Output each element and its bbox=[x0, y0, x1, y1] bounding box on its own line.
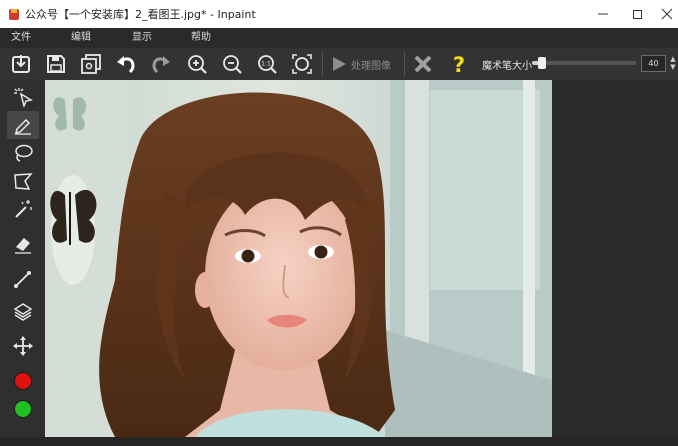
menu-view[interactable]: 显示 bbox=[132, 28, 152, 48]
layers-tool[interactable] bbox=[7, 298, 39, 326]
help-icon: ? bbox=[453, 53, 465, 75]
brush-size-spinner[interactable]: ▲ ▼ bbox=[668, 55, 678, 72]
layers-icon bbox=[13, 303, 33, 321]
brush-size-label: 魔术笔大小 bbox=[482, 61, 532, 72]
brush-size-slider[interactable] bbox=[532, 57, 636, 69]
cancel-icon bbox=[414, 55, 432, 73]
menu-file[interactable]: 文件 bbox=[11, 28, 31, 48]
svg-text:1:1: 1:1 bbox=[261, 61, 271, 68]
close-button[interactable] bbox=[650, 0, 678, 28]
help-button[interactable]: ? bbox=[446, 51, 472, 77]
polygon-lasso-tool[interactable] bbox=[7, 167, 39, 195]
save-icon bbox=[47, 55, 65, 73]
svg-text:?: ? bbox=[453, 53, 465, 75]
lasso-icon bbox=[15, 144, 33, 162]
polygon-lasso-icon bbox=[14, 173, 33, 190]
toolbar-separator bbox=[322, 52, 323, 76]
minimize-button[interactable] bbox=[586, 0, 620, 28]
actual-size-button[interactable]: 1:1 bbox=[254, 51, 280, 77]
move-tool[interactable] bbox=[7, 332, 39, 360]
menu-help[interactable]: 帮助 bbox=[191, 28, 211, 48]
status-bar bbox=[0, 437, 678, 446]
eraser-icon bbox=[15, 238, 31, 254]
spin-down-icon[interactable]: ▼ bbox=[668, 63, 678, 71]
color-green-button[interactable] bbox=[7, 395, 39, 423]
close-icon bbox=[661, 8, 673, 20]
green-color-swatch bbox=[14, 400, 32, 418]
menu-edit[interactable]: 编辑 bbox=[71, 28, 91, 48]
zoom-out-button[interactable] bbox=[219, 51, 245, 77]
pencil-icon bbox=[14, 118, 31, 135]
eraser-tool[interactable] bbox=[7, 230, 39, 258]
save-button[interactable] bbox=[43, 51, 69, 77]
red-color-swatch bbox=[14, 372, 32, 390]
line-tool[interactable] bbox=[7, 265, 39, 293]
app-logo-icon bbox=[9, 8, 19, 20]
save-as-button[interactable] bbox=[78, 51, 104, 77]
zoom-out-icon bbox=[223, 55, 242, 74]
import-icon bbox=[12, 55, 30, 73]
process-label: 处理图像 bbox=[351, 60, 391, 72]
zoom-in-button[interactable] bbox=[184, 51, 210, 77]
pencil-tool[interactable] bbox=[7, 111, 39, 139]
spin-up-icon[interactable]: ▲ bbox=[668, 55, 678, 63]
process-icon bbox=[333, 57, 346, 71]
tool-panel bbox=[0, 80, 45, 446]
zoom-in-icon bbox=[188, 55, 207, 74]
cancel-button[interactable] bbox=[410, 51, 436, 77]
lasso-tool[interactable] bbox=[7, 139, 39, 167]
import-button[interactable] bbox=[8, 51, 34, 77]
fit-window-button[interactable] bbox=[289, 51, 315, 77]
window-title: 公众号【一个安装库】2_看图王.jpg* - Inpaint bbox=[25, 8, 256, 21]
image-canvas[interactable] bbox=[45, 80, 678, 437]
title-bar: 公众号【一个安装库】2_看图王.jpg* - Inpaint bbox=[0, 0, 678, 28]
portrait-photo bbox=[45, 80, 552, 437]
process-image-button[interactable]: 处理图像 bbox=[330, 52, 402, 76]
menu-bar: 文件 编辑 显示 帮助 bbox=[0, 28, 678, 48]
undo-button[interactable] bbox=[113, 51, 139, 77]
actual-size-icon: 1:1 bbox=[258, 55, 277, 74]
marker-select-icon bbox=[14, 88, 33, 107]
marker-select-tool[interactable] bbox=[7, 83, 39, 111]
magic-wand-tool[interactable] bbox=[7, 195, 39, 223]
redo-icon bbox=[152, 56, 170, 74]
brush-size-slider-handle[interactable] bbox=[538, 57, 547, 69]
edited-photo bbox=[45, 80, 552, 437]
move-icon bbox=[13, 336, 33, 356]
maximize-button[interactable] bbox=[620, 0, 654, 28]
color-red-button[interactable] bbox=[7, 367, 39, 395]
redo-button[interactable] bbox=[148, 51, 174, 77]
save-as-icon bbox=[81, 54, 101, 74]
brush-size-input[interactable]: 40 bbox=[641, 55, 666, 72]
maximize-icon bbox=[632, 9, 642, 19]
toolbar-separator bbox=[404, 52, 405, 76]
undo-icon bbox=[117, 56, 135, 74]
fit-window-icon bbox=[292, 54, 312, 74]
magic-wand-icon bbox=[15, 200, 32, 218]
line-icon bbox=[14, 271, 31, 288]
minimize-icon bbox=[598, 13, 608, 15]
